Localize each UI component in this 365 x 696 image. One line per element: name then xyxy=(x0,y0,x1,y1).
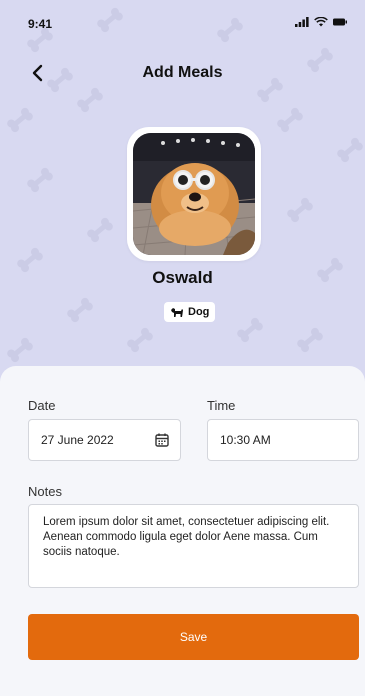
time-value: 10:30 AM xyxy=(220,433,271,447)
pet-name: Oswald xyxy=(152,268,213,287)
status-time: 9:41 xyxy=(28,17,53,31)
notes-label: Notes xyxy=(28,484,62,499)
pet-type-badge: Dog xyxy=(164,302,216,322)
time-label: Time xyxy=(207,398,236,413)
date-value: 27 June 2022 xyxy=(41,433,114,447)
signal-icon xyxy=(295,17,309,27)
save-button[interactable]: Save xyxy=(28,614,359,660)
time-field[interactable]: 10:30 AM xyxy=(207,419,359,461)
date-field[interactable]: 27 June 2022 xyxy=(28,419,181,461)
hero-section: 9:41 Add Meals Oswald Dog xyxy=(0,0,365,380)
pet-avatar xyxy=(133,133,255,255)
notes-textarea[interactable]: Lorem ipsum dolor sit amet, consectetuer… xyxy=(28,504,359,588)
calendar-icon[interactable] xyxy=(154,432,170,448)
status-icons xyxy=(295,17,347,27)
date-label: Date xyxy=(28,398,56,413)
dog-icon xyxy=(171,308,183,317)
status-bar: 9:41 xyxy=(0,0,365,44)
header: Add Meals xyxy=(0,58,365,90)
pet-avatar-frame xyxy=(127,127,261,261)
battery-icon xyxy=(333,18,347,26)
pet-type-label: Dog xyxy=(188,306,210,318)
page-title: Add Meals xyxy=(142,64,223,81)
wifi-icon xyxy=(314,17,328,27)
